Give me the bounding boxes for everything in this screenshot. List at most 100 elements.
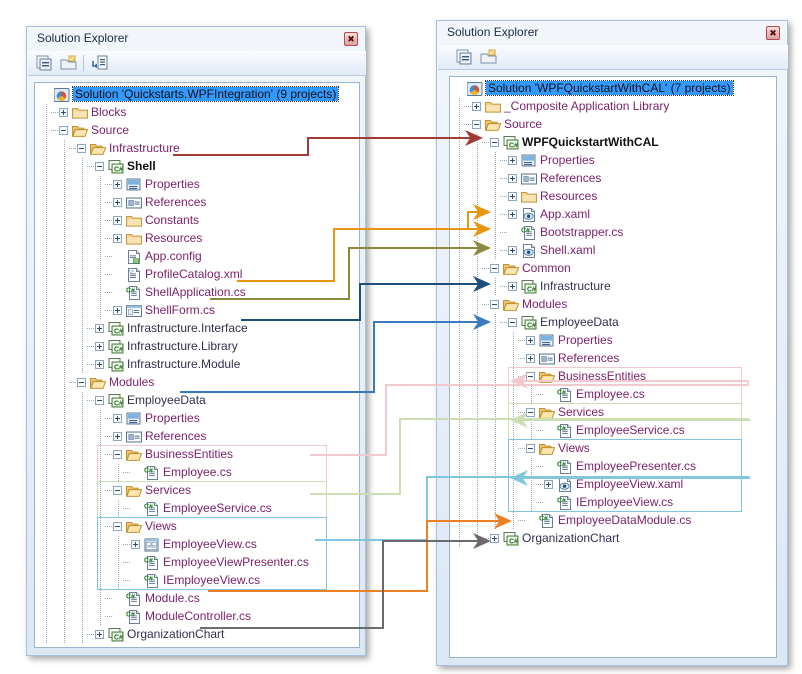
tree-row[interactable]: References [450,170,776,188]
tree-row[interactable]: Infrastructure [35,140,359,158]
tree-row[interactable]: C#EmployeeDataModule.cs [450,512,776,530]
tree-row[interactable]: Shell.xaml [450,242,776,260]
expand-toggle-icon[interactable] [508,282,517,291]
expand-toggle-icon[interactable] [113,432,122,441]
tree-row[interactable]: Properties [450,332,776,350]
tree-guide-line [477,512,478,530]
left-tree-pane[interactable]: Solution 'Quickstarts.WPFIntegration' (9… [34,82,360,648]
tree-guide-line [46,428,47,446]
tree-row[interactable]: C#Infrastructure.Interface [35,320,359,338]
collapse-toggle-icon[interactable] [490,264,499,273]
collapse-toggle-icon[interactable] [490,300,499,309]
tree-row[interactable]: Properties [35,410,359,428]
expand-toggle-icon[interactable] [113,234,122,243]
expand-toggle-icon[interactable] [95,324,104,333]
tree-row[interactable]: Blocks [35,104,359,122]
expand-toggle-icon[interactable] [113,198,122,207]
show-all-files-icon[interactable] [60,55,77,71]
tree-row[interactable]: Resources [450,188,776,206]
tree-row[interactable]: Solution 'Quickstarts.WPFIntegration' (9… [35,86,359,104]
tree-guide-line [82,500,83,518]
tree-guide-line [82,446,83,464]
expand-toggle-icon[interactable] [113,306,122,315]
tree-row[interactable]: App.xaml [450,206,776,224]
references-icon [521,172,537,186]
tree-guide-line [46,536,47,554]
tree-row[interactable]: Solution 'WPFQuickstartWithCAL' (7 proje… [450,80,776,98]
tree-row[interactable]: Source [450,116,776,134]
tree-row[interactable]: Constants [35,212,359,230]
collapse-toggle-icon[interactable] [472,120,481,129]
tree-row[interactable]: C#Shell [35,158,359,176]
show-all-files-icon[interactable] [480,49,497,65]
csfile-icon: C# [539,514,555,528]
collapse-toggle-icon[interactable] [490,138,499,147]
expand-toggle-icon[interactable] [59,108,68,117]
tree-row[interactable]: Properties [450,152,776,170]
expand-toggle-icon[interactable] [508,246,517,255]
tree-guide-line [477,188,478,206]
close-icon[interactable]: ✖ [766,26,780,40]
tree-row[interactable]: ShellForm.cs [35,302,359,320]
tree-guide-line [69,148,77,149]
expand-toggle-icon[interactable] [95,342,104,351]
tree-row[interactable]: C#OrganizationChart [450,530,776,548]
tree-row[interactable]: C#WPFQuickstartWithCAL [450,134,776,152]
tree-guide-line [64,194,65,212]
tree-guide-line [513,332,514,350]
tree-row[interactable]: Modules [35,374,359,392]
tree-row[interactable]: C#Module.cs [35,590,359,608]
tree-row[interactable]: C#Bootstrapper.cs [450,224,776,242]
tree-row[interactable]: C#Infrastructure.Library [35,338,359,356]
tree-row[interactable]: C#EmployeeData [35,392,359,410]
expand-toggle-icon[interactable] [113,180,122,189]
tree-row[interactable]: References [35,428,359,446]
properties-icon[interactable] [456,49,473,65]
close-icon[interactable]: ✖ [344,32,358,46]
expand-toggle-icon[interactable] [526,354,535,363]
expand-toggle-icon[interactable] [490,534,499,543]
tree-row[interactable]: <>ProfileCatalog.xml [35,266,359,284]
collapse-toggle-icon[interactable] [95,162,104,171]
expand-toggle-icon[interactable] [113,414,122,423]
collapse-toggle-icon[interactable] [77,378,86,387]
tree-row[interactable]: C#Infrastructure [450,278,776,296]
properties-icon[interactable] [36,55,53,71]
collapse-toggle-icon[interactable] [508,318,517,327]
expand-toggle-icon[interactable] [472,102,481,111]
expand-toggle-icon[interactable] [508,174,517,183]
tree-row[interactable]: Properties [35,176,359,194]
collapse-toggle-icon[interactable] [59,126,68,135]
expand-toggle-icon[interactable] [113,216,122,225]
tree-row[interactable]: C#EmployeeData [450,314,776,332]
tree-row[interactable]: _Composite Application Library [450,98,776,116]
tree-row[interactable]: C#ModuleController.cs [35,608,359,626]
tree-guide-line [459,98,460,116]
tree-row[interactable]: References [450,350,776,368]
tree-row[interactable]: Resources [35,230,359,248]
tree-row[interactable]: Source [35,122,359,140]
collapse-toggle-icon[interactable] [77,144,86,153]
tree-guide-line [500,160,508,161]
tree-row[interactable]: Common [450,260,776,278]
expand-toggle-icon[interactable] [508,156,517,165]
refresh-icon[interactable] [92,55,109,71]
tree-guide-line [477,260,478,278]
expand-toggle-icon[interactable] [508,210,517,219]
tree-row[interactable]: Modules [450,296,776,314]
expand-toggle-icon[interactable] [526,336,535,345]
tree-row[interactable]: C#ShellApplication.cs [35,284,359,302]
expand-toggle-icon[interactable] [508,192,517,201]
tree-row[interactable]: C#Infrastructure.Module [35,356,359,374]
tree-guide-line [46,626,47,644]
tree-row[interactable]: App.config [35,248,359,266]
xml-file-icon: <> [126,268,142,282]
right-tree-pane[interactable]: Solution 'WPFQuickstartWithCAL' (7 proje… [449,76,777,658]
tree-guide-line [105,310,113,311]
expand-toggle-icon[interactable] [95,360,104,369]
tree-guide-line [64,554,65,572]
collapse-toggle-icon[interactable] [95,396,104,405]
tree-row[interactable]: References [35,194,359,212]
expand-toggle-icon[interactable] [95,630,104,639]
tree-row[interactable]: C#OrganizationChart [35,626,359,644]
